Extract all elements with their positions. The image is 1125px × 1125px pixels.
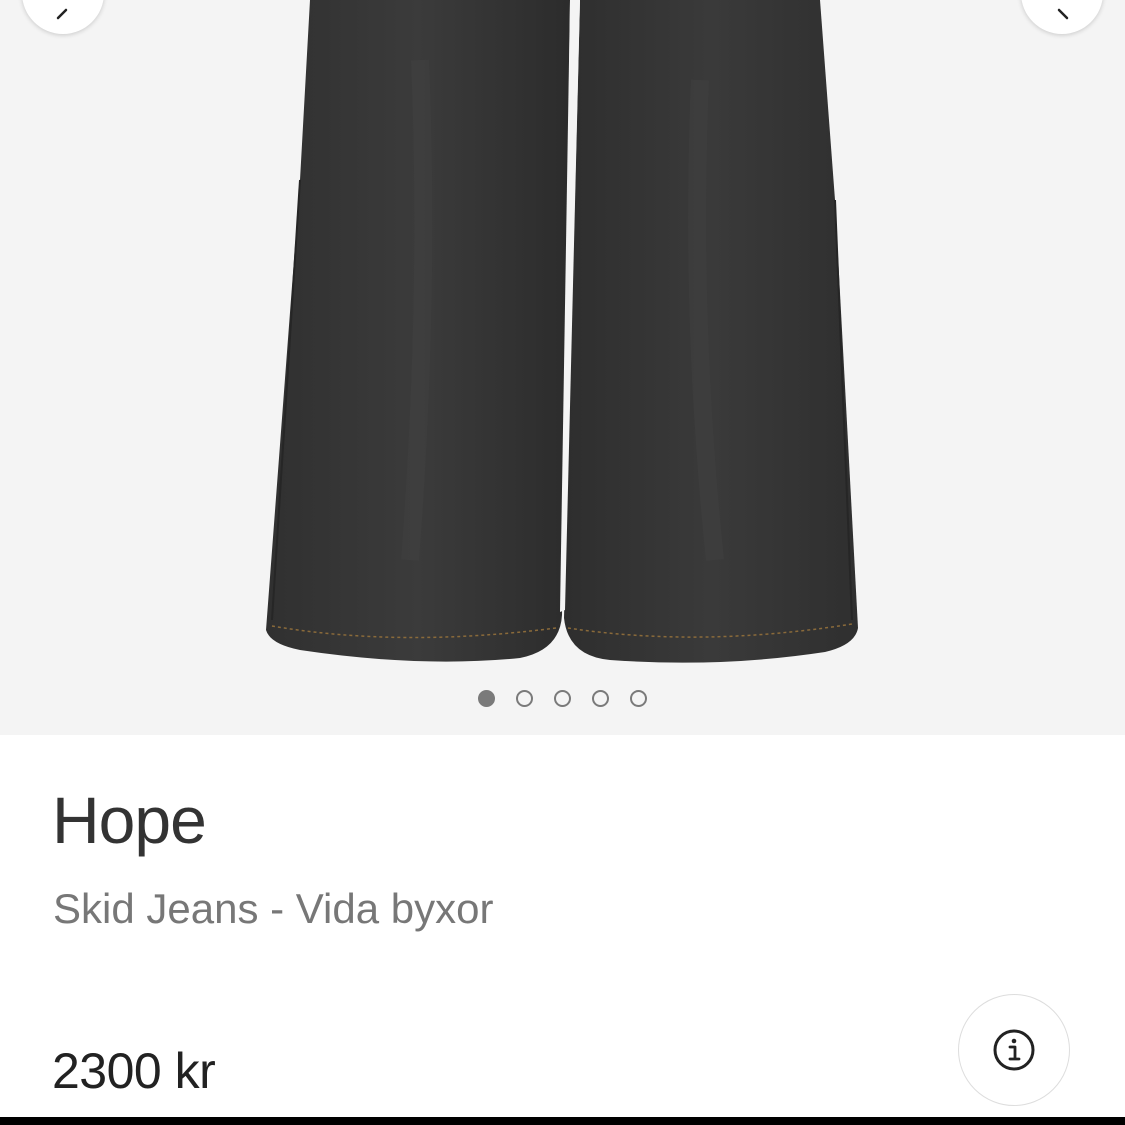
gallery-dot[interactable] bbox=[592, 690, 609, 707]
gallery-pagination bbox=[0, 690, 1125, 707]
info-icon bbox=[993, 1029, 1035, 1071]
chevron-right-icon bbox=[1057, 8, 1069, 20]
bottom-bar bbox=[0, 1117, 1125, 1125]
product-image-gallery[interactable] bbox=[0, 0, 1125, 735]
product-brand[interactable]: Hope bbox=[52, 782, 207, 858]
product-price: 2300 kr bbox=[52, 1043, 216, 1099]
info-button[interactable] bbox=[958, 994, 1070, 1106]
gallery-dot[interactable] bbox=[630, 690, 647, 707]
gallery-dot[interactable] bbox=[516, 690, 533, 707]
gallery-dot[interactable] bbox=[554, 690, 571, 707]
product-image bbox=[266, 0, 858, 663]
gallery-dot[interactable] bbox=[478, 690, 495, 707]
product-subtitle: Skid Jeans - Vida byxor bbox=[53, 885, 494, 932]
chevron-left-icon bbox=[56, 8, 68, 20]
